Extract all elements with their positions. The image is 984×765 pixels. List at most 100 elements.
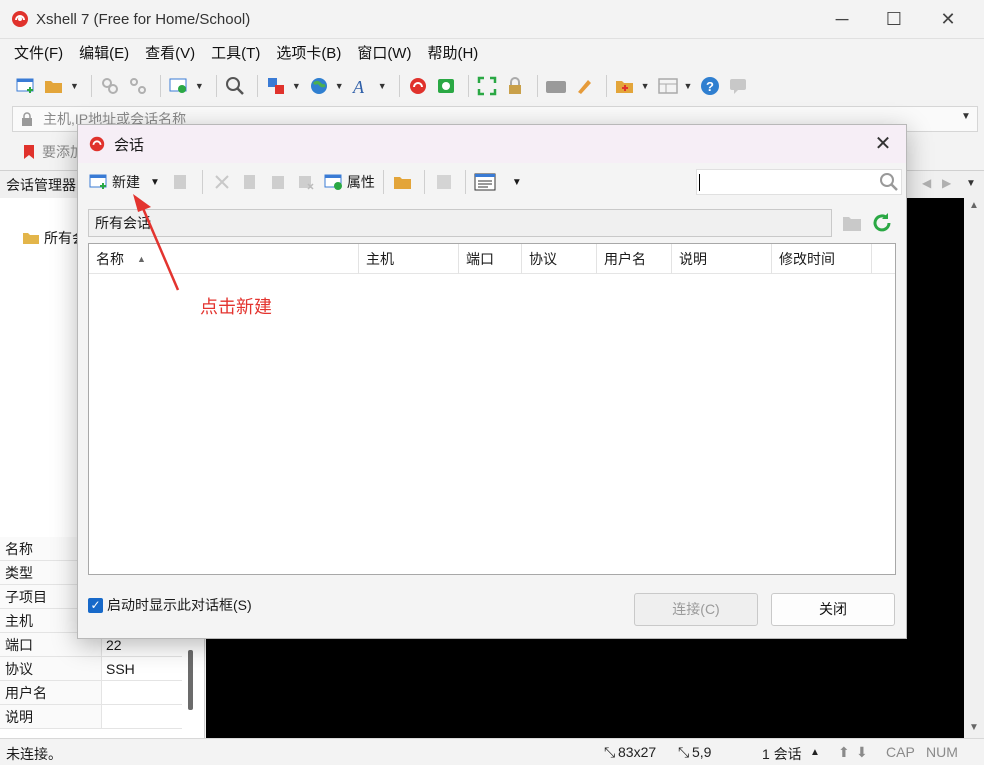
session-manager-title: 会话管理器 [6,177,76,193]
menu-view[interactable]: 查看(V) [139,42,201,66]
delete-button[interactable] [293,168,321,196]
address-dropdown-icon[interactable]: ▼ [961,111,971,122]
copy-button[interactable] [237,168,265,196]
title-bar: Xshell 7 (Free for Home/School) ─ ☐ ✕ [0,0,984,38]
sort-ascending-icon: ▲ [137,254,146,264]
disconnect-icon[interactable] [126,74,150,98]
menu-window[interactable]: 窗口(W) [351,42,417,66]
prop-key: 用户名 [0,681,102,704]
close-button[interactable]: 关闭 [771,593,895,626]
dialog-title-bar: 会话 ✕ [78,125,906,163]
new-session-icon[interactable] [14,74,38,98]
export-button[interactable] [431,168,459,196]
connection-status: 未连接。 [6,746,62,762]
connect-button[interactable]: 连接(C) [634,593,758,626]
side-panel-scrollbar[interactable] [188,650,193,710]
tab-next-icon[interactable]: ▶ [942,176,951,190]
properties-button[interactable]: 属性 [321,168,377,196]
new-folder-dropdown-icon[interactable]: ▼ [641,81,650,91]
terminal-size-icon: ⤡ [604,744,616,760]
new-dropdown-icon[interactable]: ▼ [150,177,160,188]
xftp-icon[interactable] [434,74,458,98]
scroll-down-icon[interactable]: ▼ [964,722,984,733]
keyboard-icon[interactable] [544,74,568,98]
terminal-scrollbar[interactable]: ▲ ▼ [964,198,984,738]
properties-icon [323,171,345,193]
column-username[interactable]: 用户名 [597,244,672,274]
terminal-size: 83x27 [618,744,657,760]
dialog-title: 会话 [114,136,145,154]
session-search-input[interactable] [696,169,902,195]
globe-dropdown-icon[interactable]: ▼ [335,81,344,91]
dialog-logo-icon [89,136,105,152]
toolbar-separator [159,75,161,97]
new-session-button[interactable]: 新建 [86,168,142,196]
xshell-icon[interactable] [406,74,430,98]
open-dropdown-icon[interactable]: ▼ [70,81,79,91]
highlight-icon[interactable] [572,74,596,98]
dialog-close-icon[interactable]: ✕ [868,131,898,157]
rename-button[interactable] [168,168,196,196]
column-name[interactable]: 名称 ▲ [89,244,359,274]
menu-tab[interactable]: 选项卡(B) [270,42,347,66]
menu-help[interactable]: 帮助(H) [421,42,484,66]
session-properties-icon[interactable] [167,74,191,98]
new-folder-icon[interactable] [613,74,637,98]
find-icon[interactable] [223,74,247,98]
view-mode-dropdown-icon[interactable]: ▼ [512,177,522,188]
export-icon [433,171,455,193]
globe-icon[interactable] [307,74,331,98]
cut-icon [211,171,233,193]
status-bar: 未连接。 ⤡ 83x27 ⤡ 5,9 1 会话 ▲ ⬆ ⬇ CAP NUM [0,738,984,765]
toolbar-separator [536,75,538,97]
column-protocol[interactable]: 协议 [522,244,597,274]
cursor-pos-icon: ⤡ [678,744,690,760]
session-count-dropdown-icon[interactable]: ▲ [810,747,820,758]
menu-tools[interactable]: 工具(T) [205,42,266,66]
chat-icon[interactable] [726,74,750,98]
scroll-up-icon[interactable]: ▲ [964,200,984,211]
fullscreen-icon[interactable] [475,74,499,98]
transfer-dropdown-icon[interactable]: ▼ [292,81,301,91]
column-description[interactable]: 说明 [672,244,772,274]
tab-list-icon[interactable]: ▼ [966,178,976,189]
toolbar-separator [467,75,469,97]
startup-checkbox[interactable]: ✓ [88,597,103,613]
svg-text:?: ? [706,79,714,94]
transfer-icon[interactable] [264,74,288,98]
view-mode-button[interactable] [472,168,500,196]
folder-up-icon[interactable] [840,211,864,235]
search-icon[interactable] [879,172,899,192]
font-icon[interactable]: A [350,74,374,98]
connect-icon[interactable] [98,74,122,98]
layout-dropdown-icon[interactable]: ▼ [684,81,693,91]
layout-icon[interactable] [656,74,680,98]
minimize-button[interactable]: ─ [816,0,868,38]
font-dropdown-icon[interactable]: ▼ [378,81,387,91]
close-window-button[interactable]: ✕ [922,0,974,38]
open-folder-button[interactable] [390,168,418,196]
startup-checkbox-row[interactable]: ✓ 启动时显示此对话框(S) [88,595,252,615]
menu-file[interactable]: 文件(F) [8,42,69,66]
properties-label: 属性 [346,174,375,190]
session-count[interactable]: 1 会话 [762,744,802,764]
column-modified[interactable]: 修改时间 [772,244,872,274]
dialog-toolbar-separator [464,170,466,194]
column-port[interactable]: 端口 [459,244,522,274]
tab-prev-icon[interactable]: ◀ [922,176,931,190]
refresh-icon[interactable] [870,211,894,235]
address-lock-icon [22,112,32,126]
prop-row: 说明 [0,705,182,729]
session-path-field[interactable]: 所有会话 [88,209,832,237]
column-host[interactable]: 主机 [359,244,459,274]
toolbar-separator [90,75,92,97]
properties-dropdown-icon[interactable]: ▼ [195,81,204,91]
menu-edit[interactable]: 编辑(E) [73,42,135,66]
maximize-button[interactable]: ☐ [868,0,920,38]
open-folder-icon[interactable] [42,74,66,98]
path-actions [840,211,894,235]
lock-icon[interactable] [503,74,527,98]
cut-button[interactable] [209,168,237,196]
paste-button[interactable] [265,168,293,196]
help-icon[interactable]: ? [698,74,722,98]
